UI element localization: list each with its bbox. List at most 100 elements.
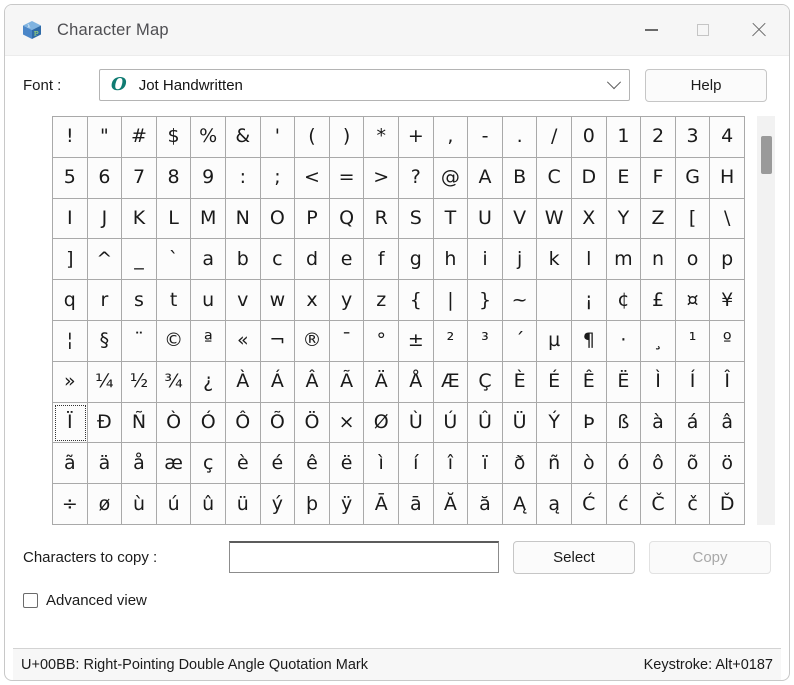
character-cell[interactable]: z	[364, 280, 399, 321]
character-cell[interactable]: ă	[468, 484, 503, 525]
character-cell[interactable]: ā	[398, 484, 434, 525]
advanced-view-checkbox[interactable]	[23, 592, 38, 608]
character-cell[interactable]: !	[53, 117, 88, 158]
character-cell[interactable]: æ	[156, 443, 192, 485]
character-cell[interactable]: C	[537, 157, 572, 199]
character-cell[interactable]: Õ	[260, 402, 296, 444]
character-cell[interactable]: Á	[260, 361, 296, 403]
help-button[interactable]: Help	[645, 68, 767, 102]
character-cell[interactable]: ÿ	[329, 484, 365, 525]
character-cell[interactable]: U	[468, 198, 503, 240]
minimize-button[interactable]	[625, 5, 677, 55]
character-cell[interactable]: &	[225, 117, 261, 158]
character-cell[interactable]: Ą	[502, 484, 538, 525]
character-cell[interactable]: )	[329, 117, 365, 158]
character-cell[interactable]: 0	[571, 117, 607, 158]
character-cell[interactable]: è	[225, 443, 261, 485]
character-cell[interactable]: ©	[156, 320, 192, 362]
character-cell[interactable]: ç	[191, 443, 226, 485]
character-cell[interactable]: Č	[641, 484, 676, 525]
character-cell[interactable]: ø	[87, 484, 123, 525]
character-cell[interactable]: ò	[571, 443, 607, 485]
character-cell[interactable]: §	[87, 320, 123, 362]
character-cell[interactable]: é	[260, 443, 296, 485]
character-cell[interactable]: e	[329, 239, 365, 281]
character-cell[interactable]: É	[537, 361, 572, 403]
character-cell[interactable]: V	[502, 198, 538, 240]
character-cell[interactable]: i	[468, 239, 503, 281]
vertical-scrollbar[interactable]	[757, 116, 775, 525]
character-cell[interactable]: "	[87, 117, 123, 158]
character-cell[interactable]: £	[641, 280, 676, 321]
character-cell[interactable]: W	[537, 198, 572, 240]
chevron-down-icon[interactable]	[599, 75, 629, 90]
character-cell[interactable]: d	[295, 239, 330, 281]
character-cell[interactable]: Ď	[710, 484, 745, 525]
character-cell[interactable]: Â	[295, 361, 330, 403]
character-cell[interactable]: â	[710, 402, 745, 444]
character-cell[interactable]: #	[122, 117, 157, 158]
character-cell[interactable]: ½	[122, 361, 157, 403]
character-cell[interactable]: }	[468, 280, 503, 321]
character-cell[interactable]: 1	[606, 117, 642, 158]
character-cell[interactable]: ì	[364, 443, 399, 485]
character-cell[interactable]: Ú	[433, 402, 469, 444]
character-cell[interactable]: X	[571, 198, 607, 240]
character-cell[interactable]: G	[675, 157, 711, 199]
character-cell[interactable]: ,	[433, 117, 469, 158]
character-cell[interactable]: b	[225, 239, 261, 281]
font-combobox[interactable]: O Jot Handwritten	[99, 69, 630, 101]
character-cell[interactable]: 7	[122, 157, 157, 199]
character-cell[interactable]: T	[433, 198, 469, 240]
character-cell[interactable]: s	[122, 280, 157, 321]
character-cell[interactable]: m	[606, 239, 642, 281]
character-cell[interactable]: ö	[710, 443, 745, 485]
character-cell[interactable]: Û	[468, 402, 503, 444]
character-cell[interactable]: n	[641, 239, 676, 281]
character-cell[interactable]: ć	[606, 484, 642, 525]
character-cell[interactable]: ã	[53, 443, 88, 485]
character-cell[interactable]: ù	[122, 484, 157, 525]
character-cell[interactable]: *	[364, 117, 399, 158]
character-cell[interactable]: Ã	[329, 361, 365, 403]
character-cell[interactable]: S	[398, 198, 434, 240]
character-cell[interactable]: N	[225, 198, 261, 240]
character-cell[interactable]: Q	[329, 198, 365, 240]
character-cell[interactable]: ÷	[53, 484, 88, 525]
character-cell[interactable]: Ï	[53, 402, 88, 444]
character-cell[interactable]: ¨	[122, 320, 157, 362]
character-cell[interactable]: º	[710, 320, 745, 362]
character-cell[interactable]: Í	[675, 361, 711, 403]
character-cell[interactable]: ô	[641, 443, 676, 485]
character-cell[interactable]: Ç	[468, 361, 503, 403]
character-cell[interactable]: ¡	[571, 280, 607, 321]
character-cell[interactable]: ×	[329, 402, 365, 444]
character-cell[interactable]: č	[675, 484, 711, 525]
character-cell[interactable]: _	[122, 239, 157, 281]
copy-button[interactable]: Copy	[649, 540, 771, 574]
character-cell[interactable]: Ð	[87, 402, 123, 444]
character-cell[interactable]: 3	[675, 117, 711, 158]
character-cell[interactable]: Ì	[641, 361, 676, 403]
character-cell[interactable]: ë	[329, 443, 365, 485]
character-cell[interactable]: Ý	[537, 402, 572, 444]
character-cell[interactable]: ?	[398, 157, 434, 199]
character-cell[interactable]: @	[433, 157, 469, 199]
character-cell[interactable]: »	[53, 361, 88, 403]
character-cell[interactable]: ^	[87, 239, 123, 281]
character-cell[interactable]: Ø	[364, 402, 399, 444]
character-cell[interactable]: g	[398, 239, 434, 281]
character-cell[interactable]: a	[191, 239, 226, 281]
character-cell[interactable]: u	[191, 280, 226, 321]
character-cell[interactable]: Þ	[571, 402, 607, 444]
character-cell[interactable]: :	[225, 157, 261, 199]
character-cell[interactable]: k	[537, 239, 572, 281]
character-cell[interactable]: h	[433, 239, 469, 281]
character-cell[interactable]: y	[329, 280, 365, 321]
character-cell[interactable]: ¢	[606, 280, 642, 321]
character-cell[interactable]: ¬	[260, 320, 296, 362]
character-cell[interactable]: Ê	[571, 361, 607, 403]
character-cell[interactable]: Ü	[502, 402, 538, 444]
character-cell[interactable]: å	[122, 443, 157, 485]
character-cell[interactable]: ;	[260, 157, 296, 199]
